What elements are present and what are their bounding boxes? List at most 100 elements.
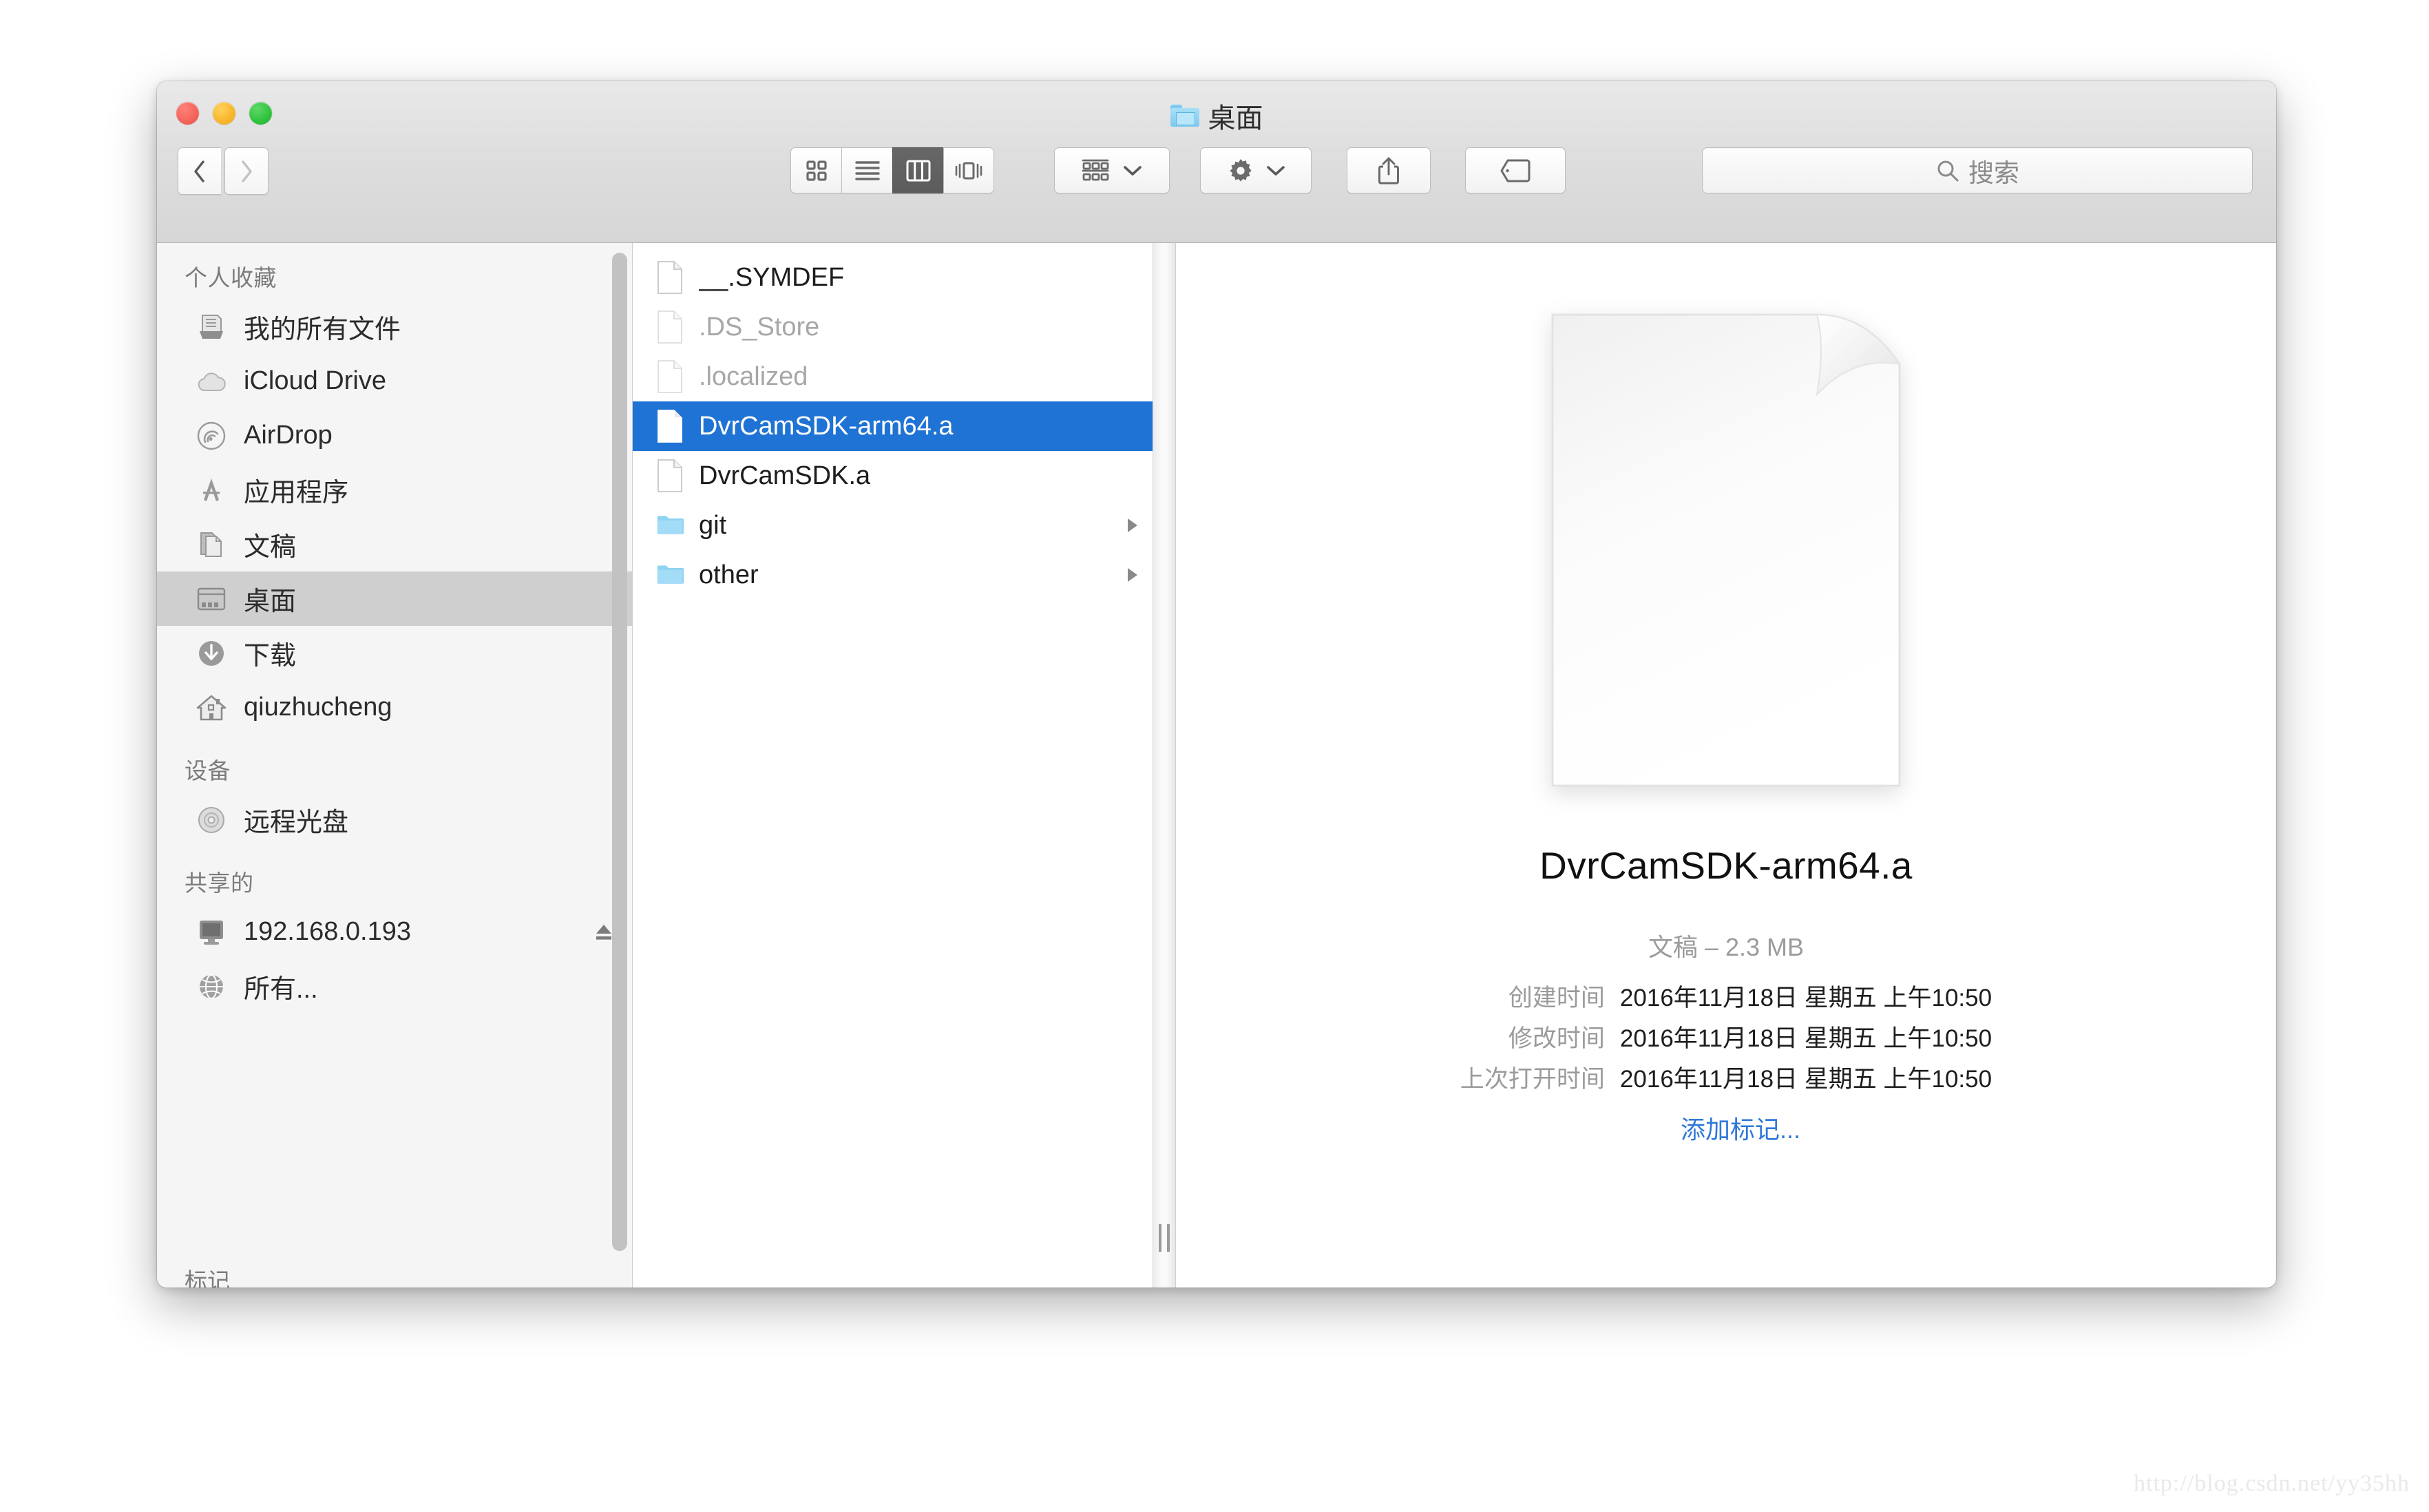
file-row-localized[interactable]: .localized bbox=[633, 352, 1153, 401]
arrange-grid-icon bbox=[1082, 159, 1109, 180]
window-body: 个人收藏 我的所有文件 iCloud Drive AirDrop 应用程序 文稿… bbox=[157, 243, 2276, 1288]
sidebar-item-icloud-drive[interactable]: iCloud Drive bbox=[157, 354, 632, 408]
coverflow-icon bbox=[955, 162, 982, 179]
document-icon bbox=[658, 261, 682, 294]
sidebar-item-label: 远程光盘 bbox=[244, 808, 349, 837]
horizontal-lines-icon bbox=[854, 160, 880, 180]
window-titlebar: 桌面 搜索 bbox=[157, 81, 2276, 243]
folder-icon bbox=[657, 516, 684, 534]
disclosure-triangle-icon[interactable] bbox=[1124, 515, 1142, 536]
home-icon bbox=[196, 692, 227, 724]
metadata-label-created: 创建时间 bbox=[1508, 985, 1605, 1011]
watermark-text: http://blog.csdn.net/yy35hh bbox=[2134, 1471, 2410, 1496]
file-row-ds-store[interactable]: .DS_Store bbox=[633, 302, 1153, 352]
sidebar-item-applications[interactable]: 应用程序 bbox=[157, 463, 632, 517]
tags-button[interactable] bbox=[1465, 147, 1566, 193]
applications-icon bbox=[196, 474, 227, 506]
metadata-label-last-opened: 上次打开时间 bbox=[1460, 1066, 1605, 1093]
share-button[interactable] bbox=[1347, 147, 1431, 193]
list-view-button[interactable] bbox=[841, 147, 892, 193]
document-icon bbox=[658, 459, 682, 492]
window-title-text: 桌面 bbox=[1208, 103, 1263, 134]
preview-file-name: DvrCamSDK-arm64.a bbox=[1539, 844, 1913, 887]
documents-icon bbox=[196, 529, 227, 560]
preview-pane: DvrCamSDK-arm64.a 文稿 – 2.3 MB 创建时间 2016年… bbox=[1176, 243, 2276, 1288]
file-name: DvrCamSDK.a bbox=[699, 461, 871, 490]
sidebar-item-label: 应用程序 bbox=[244, 479, 349, 507]
preview-metadata: 创建时间 2016年11月18日 星期五 上午10:50 修改时间 2016年1… bbox=[1460, 978, 1992, 1095]
sidebar-item-label: 桌面 bbox=[244, 587, 297, 616]
sidebar-item-label: AirDrop bbox=[244, 421, 333, 450]
downloads-icon bbox=[196, 638, 227, 669]
airdrop-icon bbox=[196, 420, 227, 452]
metadata-value-modified: 2016年11月18日 星期五 上午10:50 bbox=[1619, 1025, 1992, 1052]
folder-icon bbox=[1170, 105, 1199, 127]
document-icon bbox=[658, 410, 682, 443]
three-columns-icon bbox=[906, 160, 930, 181]
search-placeholder: 搜索 bbox=[1968, 158, 2019, 187]
sidebar-item-all-shared[interactable]: 所有... bbox=[157, 959, 632, 1014]
sidebar-item-label: 我的所有文件 bbox=[244, 315, 401, 344]
search-field[interactable]: 搜索 bbox=[1702, 147, 2253, 193]
sidebar-item-remote-disc[interactable]: 远程光盘 bbox=[157, 792, 632, 847]
sidebar-item-shared-host[interactable]: 192.168.0.193 bbox=[157, 905, 632, 959]
coverflow-view-button[interactable] bbox=[943, 147, 994, 193]
action-button[interactable] bbox=[1200, 147, 1312, 193]
file-name: .localized bbox=[699, 361, 808, 391]
metadata-value-created: 2016年11月18日 星期五 上午10:50 bbox=[1619, 985, 1992, 1011]
file-name: other bbox=[699, 560, 759, 589]
file-row-symdef[interactable]: __.SYMDEF bbox=[633, 253, 1153, 302]
all-my-files-icon bbox=[196, 311, 227, 343]
sidebar-item-label: 下载 bbox=[244, 642, 297, 671]
file-name: __.SYMDEF bbox=[699, 262, 845, 292]
add-tags-link[interactable]: 添加标记... bbox=[1681, 1110, 1800, 1146]
disclosure-triangle-icon[interactable] bbox=[1124, 565, 1142, 585]
file-list-column: __.SYMDEF .DS_Store .localized DvrCamSDK… bbox=[633, 243, 1153, 1288]
preview-kind-size: 文稿 – 2.3 MB bbox=[1648, 933, 1805, 961]
column-resize-handle[interactable] bbox=[1159, 1224, 1170, 1252]
file-row-dvrcamsdk[interactable]: DvrCamSDK.a bbox=[633, 451, 1153, 501]
icon-view-button[interactable] bbox=[790, 147, 841, 193]
metadata-label-modified: 修改时间 bbox=[1508, 1025, 1605, 1052]
sidebar-item-label: 所有... bbox=[244, 975, 318, 1004]
network-globe-icon bbox=[196, 971, 227, 1002]
navigation-buttons bbox=[178, 147, 269, 195]
computer-display-icon bbox=[196, 916, 227, 948]
file-row-dvrcamsdk-arm64[interactable]: DvrCamSDK-arm64.a bbox=[633, 401, 1153, 451]
back-chevron-icon bbox=[194, 160, 204, 182]
sidebar-item-documents[interactable]: 文稿 bbox=[157, 517, 632, 571]
sidebar: 个人收藏 我的所有文件 iCloud Drive AirDrop 应用程序 文稿… bbox=[157, 243, 633, 1288]
sidebar-section-header-favorites: 个人收藏 bbox=[185, 265, 277, 291]
column-divider[interactable] bbox=[1153, 243, 1176, 1288]
sidebar-section-header-tags: 标记 bbox=[185, 1268, 230, 1288]
grid-four-squares-icon bbox=[806, 160, 827, 181]
action-menu bbox=[1200, 147, 1312, 193]
sidebar-item-all-my-files[interactable]: 我的所有文件 bbox=[157, 300, 632, 354]
sidebar-section-header-shared: 共享的 bbox=[185, 870, 254, 896]
sidebar-item-label: 192.168.0.193 bbox=[244, 917, 412, 946]
chevron-down-icon bbox=[1124, 165, 1142, 176]
sidebar-item-home[interactable]: qiuzhucheng bbox=[157, 680, 632, 735]
gear-icon bbox=[1230, 158, 1252, 182]
folder-icon bbox=[657, 565, 684, 584]
arrange-button[interactable] bbox=[1054, 147, 1170, 193]
sidebar-item-desktop[interactable]: 桌面 bbox=[157, 571, 632, 626]
sidebar-item-downloads[interactable]: 下载 bbox=[157, 626, 632, 680]
forward-button[interactable] bbox=[224, 147, 269, 195]
back-button[interactable] bbox=[178, 147, 221, 195]
metadata-value-last-opened: 2016年11月18日 星期五 上午10:50 bbox=[1619, 1066, 1992, 1093]
document-icon bbox=[658, 311, 682, 344]
sidebar-section-header-devices: 设备 bbox=[185, 758, 231, 784]
window-title: 桌面 bbox=[157, 99, 2276, 134]
column-view-button[interactable] bbox=[892, 147, 943, 193]
sidebar-scrollbar[interactable] bbox=[612, 253, 627, 1251]
finder-window: 桌面 搜索 个人收藏 我的所有文件 iCloud Drive AirDrop 应… bbox=[157, 81, 2276, 1288]
forward-chevron-icon bbox=[242, 160, 252, 182]
sidebar-item-airdrop[interactable]: AirDrop bbox=[157, 408, 632, 463]
file-row-other[interactable]: other bbox=[633, 550, 1153, 600]
file-name: .DS_Store bbox=[699, 312, 820, 342]
desktop-background: 桌面 搜索 个人收藏 我的所有文件 iCloud Drive AirDrop 应… bbox=[0, 0, 2429, 1512]
remote-disc-icon bbox=[196, 804, 227, 836]
file-row-git[interactable]: git bbox=[633, 501, 1153, 550]
arrange-menu bbox=[1054, 147, 1170, 193]
